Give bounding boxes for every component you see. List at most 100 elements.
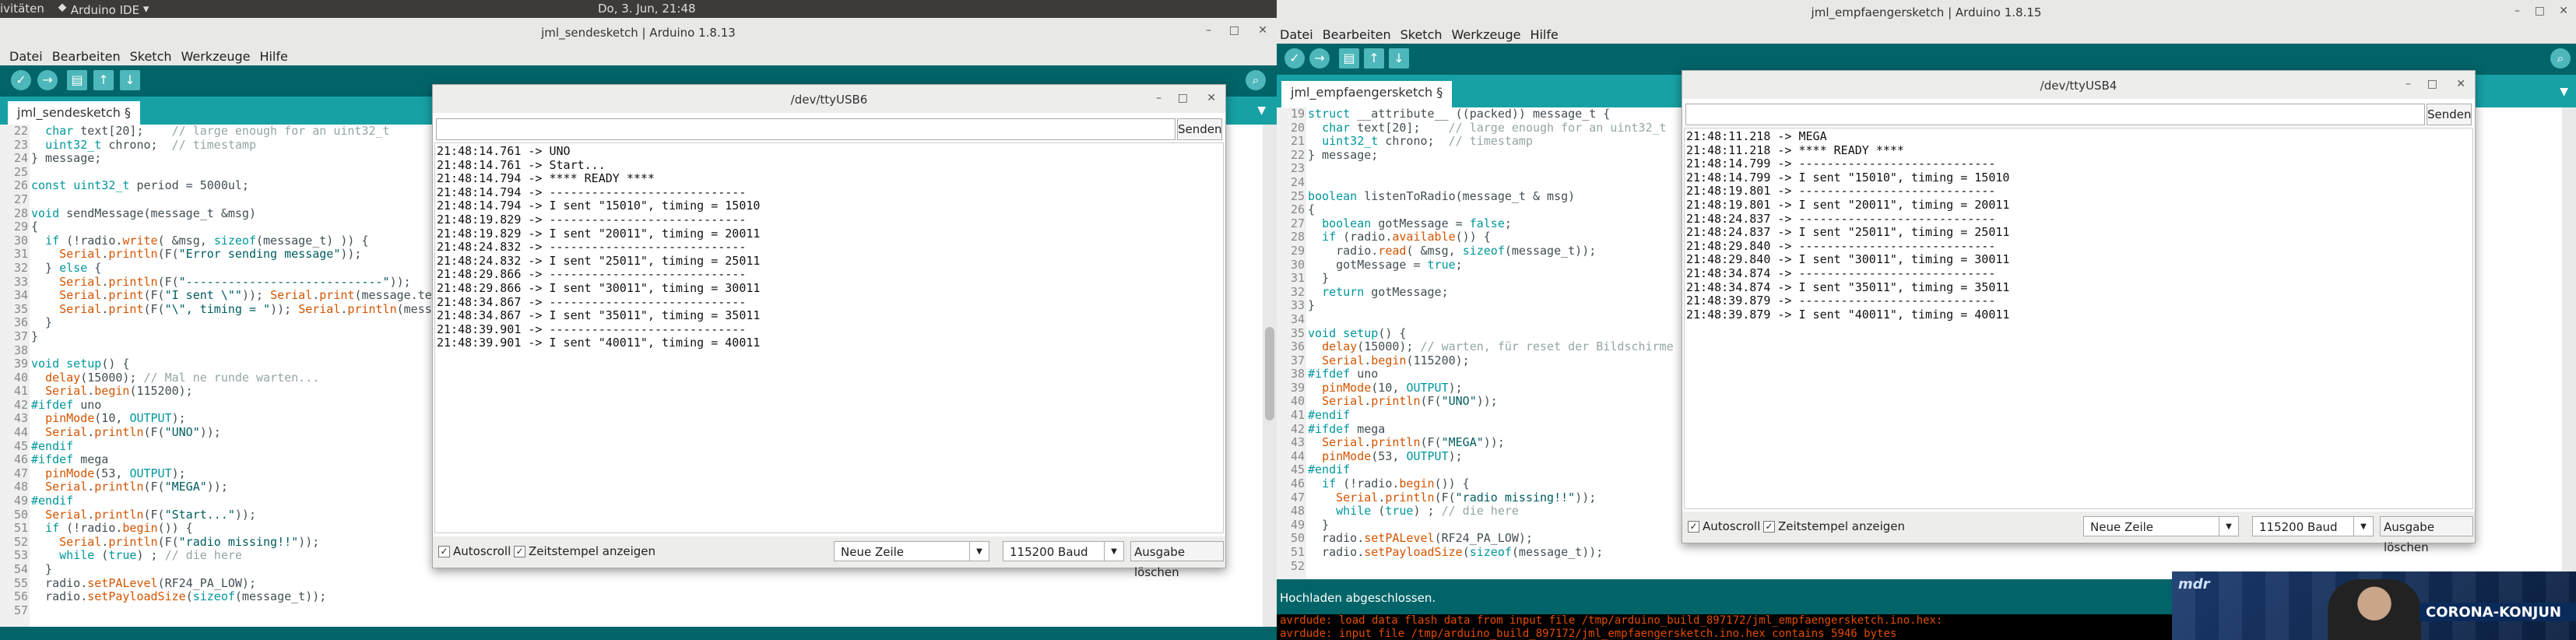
left-serial-bottombar: ✓ Autoscroll ✓ Zeitstempel anzeigen Neue… (433, 536, 1225, 579)
left-statusbar (0, 627, 1277, 640)
line-ending-select[interactable]: Neue Zeile ▼ (834, 541, 989, 561)
right-titlebar[interactable]: jml_empfaengersketch | Arduino 1.8.15 – … (1277, 0, 2576, 25)
tab-menu-icon[interactable]: ▼ (1257, 104, 1266, 117)
menu-werkzeuge[interactable]: Werkzeuge (1452, 27, 1521, 42)
left-serial-send-input[interactable] (436, 118, 1176, 140)
menu-datei[interactable]: Datei (1280, 27, 1313, 42)
timestamp-checkbox[interactable]: ✓ (1763, 521, 1775, 533)
serial-maximize-icon[interactable]: □ (2427, 78, 2437, 90)
left-serial-output[interactable]: 21:48:14.761 -> UNO 21:48:14.761 -> Star… (434, 142, 1224, 533)
right-serial-titlebar[interactable]: /dev/ttyUSB4 – □ ✕ (1682, 71, 2475, 99)
minimize-icon[interactable]: – (2514, 5, 2520, 17)
chevron-down-icon: ▼ (2353, 517, 2373, 536)
right-serial-text: 21:48:11.218 -> MEGA 21:48:11.218 -> ***… (1686, 129, 2010, 322)
menu-datei[interactable]: Datei (9, 49, 43, 64)
left-menubar: Datei Bearbeiten Sketch Werkzeuge Hilfe (0, 47, 1277, 65)
serial-close-icon[interactable]: ✕ (2456, 78, 2465, 90)
left-scroll-thumb[interactable] (1265, 327, 1274, 420)
autoscroll-checkbox[interactable]: ✓ (1688, 521, 1699, 533)
line-ending-value: Neue Zeile (841, 545, 905, 559)
menu-bearbeiten[interactable]: Bearbeiten (1323, 27, 1391, 42)
save-icon[interactable]: ↓ (120, 70, 140, 90)
left-clear-output-button[interactable]: Ausgabe löschen (1130, 541, 1224, 579)
tab-label: jml_empfaengersketch § (1291, 85, 1443, 100)
app-menu[interactable]: ⯁ Arduino IDE ▾ (58, 2, 149, 17)
autoscroll-label: Autoscroll (453, 544, 511, 558)
upload-icon[interactable]: → (37, 70, 58, 90)
left-window-title: jml_sendesketch | Arduino 1.8.13 (541, 26, 736, 40)
video-caption: CORONA-KONJUN (2426, 604, 2562, 621)
close-icon[interactable]: ✕ (1258, 24, 1267, 37)
presenter-figure (2328, 579, 2421, 640)
right-serial-output[interactable]: 21:48:11.218 -> MEGA 21:48:11.218 -> ***… (1684, 128, 2473, 509)
caption-band: CORONA-KONJUN (2420, 603, 2576, 621)
maximize-icon[interactable]: □ (2535, 5, 2545, 17)
baud-value: 115200 Baud (2259, 520, 2338, 534)
chevron-down-icon: ▼ (1104, 542, 1123, 561)
menu-bearbeiten[interactable]: Bearbeiten (52, 49, 121, 64)
left-serial-titlebar[interactable]: /dev/ttyUSB6 – □ ✕ (433, 85, 1225, 113)
tab-menu-icon[interactable]: ▼ (2560, 86, 2568, 98)
upload-icon[interactable]: → (1309, 48, 1330, 69)
menu-sketch[interactable]: Sketch (130, 49, 172, 64)
maximize-icon[interactable]: □ (1229, 24, 1239, 37)
channel-logo: mdr (2178, 576, 2210, 593)
new-icon[interactable]: ▤ (1339, 48, 1359, 69)
right-send-button[interactable]: Senden (2427, 104, 2472, 125)
serial-monitor-icon[interactable]: ⌕ (1246, 70, 1266, 90)
serial-monitor-icon[interactable]: ⌕ (2550, 48, 2571, 69)
line-ending-value: Neue Zeile (2090, 520, 2154, 534)
timestamp-label: Zeitstempel anzeigen (529, 544, 656, 558)
serial-minimize-icon[interactable]: – (1156, 92, 1161, 104)
serial-maximize-icon[interactable]: □ (1178, 92, 1188, 104)
chevron-down-icon: ▼ (2219, 517, 2238, 536)
clock[interactable]: Do, 3. Jun, 21:48 (598, 2, 696, 16)
line-ending-select[interactable]: Neue Zeile ▼ (2083, 516, 2239, 536)
new-icon[interactable]: ▤ (67, 70, 87, 90)
serial-close-icon[interactable]: ✕ (1207, 92, 1216, 104)
close-icon[interactable]: ✕ (2559, 5, 2568, 17)
right-line-numbers: 19 20 21 22 23 24 25 26 27 28 29 30 31 3… (1290, 107, 1305, 573)
right-window-title: jml_empfaengersketch | Arduino 1.8.15 (1811, 5, 2042, 19)
left-serial-title: /dev/ttyUSB6 (790, 93, 868, 107)
baud-select[interactable]: 115200 Baud ▼ (2252, 516, 2374, 536)
tab-jml-sendesketch[interactable]: jml_sendesketch § (8, 101, 140, 125)
right-code: struct __attribute__ ((packed)) message_… (1308, 107, 1674, 559)
right-editor-scrollbar[interactable] (2562, 107, 2576, 579)
tab-jml-empfaengersketch[interactable]: jml_empfaengersketch § (1281, 81, 1453, 107)
timestamp-checkbox[interactable]: ✓ (514, 546, 525, 557)
menu-hilfe[interactable]: Hilfe (259, 49, 287, 64)
autoscroll-checkbox[interactable]: ✓ (438, 546, 450, 557)
save-icon[interactable]: ↓ (1389, 48, 1409, 69)
left-send-button[interactable]: Senden (1177, 118, 1222, 140)
chevron-down-icon: ▼ (969, 542, 989, 561)
menu-hilfe[interactable]: Hilfe (1530, 27, 1558, 42)
left-line-numbers: 22 23 24 25 26 27 28 29 30 31 32 33 34 3… (13, 125, 28, 617)
tab-label: jml_sendesketch § (17, 105, 131, 120)
baud-value: 115200 Baud (1010, 545, 1088, 559)
upload-status: Hochladen abgeschlossen. (1280, 591, 1436, 605)
verify-icon[interactable]: ✓ (11, 70, 31, 90)
menu-werkzeuge[interactable]: Werkzeuge (181, 49, 251, 64)
activities-button[interactable]: ivitäten (0, 2, 44, 16)
left-titlebar[interactable]: jml_sendesketch | Arduino 1.8.13 – □ ✕ (0, 18, 1277, 47)
right-serial-bottombar: ✓ Autoscroll ✓ Zeitstempel anzeigen Neue… (1682, 512, 2475, 554)
open-icon[interactable]: ↑ (1364, 48, 1384, 69)
open-icon[interactable]: ↑ (93, 70, 114, 90)
timestamp-label: Zeitstempel anzeigen (1778, 519, 1906, 533)
autoscroll-label: Autoscroll (1703, 519, 1761, 533)
minimize-icon[interactable]: – (1206, 24, 1211, 37)
right-serial-title: /dev/ttyUSB4 (2040, 79, 2117, 93)
left-serial-text: 21:48:14.761 -> UNO 21:48:14.761 -> Star… (437, 144, 761, 350)
right-serial-send-input[interactable] (1685, 104, 2425, 125)
video-overlay[interactable]: mdr CORONA-KONJUN (2172, 571, 2576, 640)
left-editor-scrollbar[interactable] (1263, 125, 1277, 627)
right-menubar: Datei Bearbeiten Sketch Werkzeuge Hilfe (1277, 25, 2576, 44)
baud-select[interactable]: 115200 Baud ▼ (1003, 541, 1124, 561)
menu-sketch[interactable]: Sketch (1400, 27, 1443, 42)
right-clear-output-button[interactable]: Ausgabe löschen (2380, 516, 2473, 554)
left-serial-monitor: /dev/ttyUSB6 – □ ✕ Senden 21:48:14.761 -… (432, 84, 1226, 579)
verify-icon[interactable]: ✓ (1284, 48, 1305, 69)
serial-minimize-icon[interactable]: – (2406, 78, 2411, 90)
app-menu-label: Arduino IDE (70, 3, 140, 17)
